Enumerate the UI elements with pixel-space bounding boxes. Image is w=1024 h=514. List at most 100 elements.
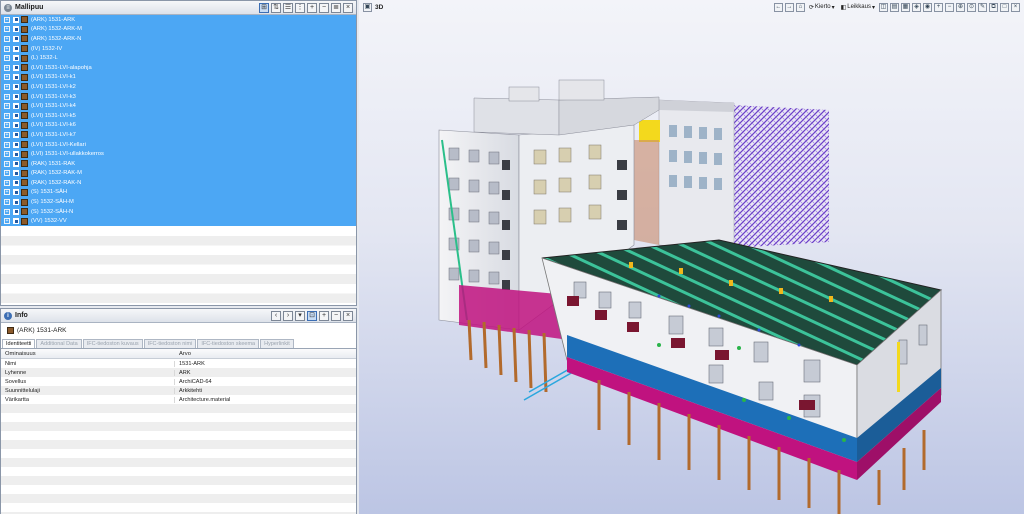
visibility-checkbox[interactable] <box>13 160 19 167</box>
tree-model-row[interactable]: + (LVI) 1531-LVI-k5 <box>1 111 356 121</box>
building-model[interactable] <box>359 0 1024 514</box>
tree-model-row[interactable]: + (S) 1532-SÄH-M <box>1 197 356 207</box>
viewport-close-icon[interactable]: × <box>1011 2 1020 12</box>
next-icon[interactable]: › <box>283 310 293 321</box>
home-icon[interactable]: ⌂ <box>795 2 805 12</box>
info-close-icon[interactable]: × <box>343 310 353 321</box>
expand-icon[interactable]: + <box>4 218 10 225</box>
collapse-icon[interactable]: − <box>331 310 341 321</box>
expand-icon[interactable]: + <box>4 45 10 52</box>
visibility-checkbox[interactable] <box>13 103 19 110</box>
tree-model-row[interactable]: + (LVI) 1531-LVI-k3 <box>1 92 356 102</box>
float-icon[interactable]: ⧉ <box>989 2 998 12</box>
tree-model-row[interactable]: + (LVI) 1531-LVI-k1 <box>1 73 356 83</box>
visibility-checkbox[interactable] <box>13 64 19 71</box>
info-tab[interactable]: IFC-tiedoston nimi <box>143 339 197 348</box>
sort-icon[interactable]: ⇅ <box>271 2 281 13</box>
expand-icon[interactable]: + <box>4 55 10 62</box>
zoom-in-icon[interactable]: + <box>934 2 943 12</box>
expand-icon[interactable]: + <box>4 189 10 196</box>
info-tab[interactable]: IFC-tiedoston kuvaus <box>82 339 143 348</box>
expand-icon[interactable]: + <box>4 131 10 138</box>
tree-model-row[interactable]: + (VV) 1532-VV <box>1 216 356 226</box>
visibility-checkbox[interactable] <box>13 131 19 138</box>
visibility-checkbox[interactable] <box>13 112 19 119</box>
previous-icon[interactable]: ‹ <box>271 310 281 321</box>
info-tab[interactable]: IFC-tiedoston skeema <box>197 339 260 348</box>
zoom-out-icon[interactable]: − <box>945 2 954 12</box>
tree-model-row[interactable]: + (LVI) 1531-LVI-k4 <box>1 101 356 111</box>
visibility-checkbox[interactable] <box>13 83 19 90</box>
filter-icon[interactable]: ⊞ <box>259 2 269 13</box>
info-tab[interactable]: Identiteetti <box>2 339 36 348</box>
visibility-checkbox[interactable] <box>13 199 19 206</box>
back-icon[interactable]: ← <box>773 2 783 12</box>
render-icon[interactable]: ◈ <box>912 2 921 12</box>
cube-icon[interactable]: ◫ <box>879 2 888 12</box>
expand-icon[interactable]: + <box>4 26 10 33</box>
expand-icon[interactable]: + <box>4 93 10 100</box>
expand-all-icon[interactable]: + <box>307 2 317 13</box>
expand-icon[interactable]: + <box>4 83 10 90</box>
tree-model-row[interactable]: + (L) 1532-L <box>1 53 356 63</box>
visibility-checkbox[interactable] <box>13 122 19 129</box>
property-row[interactable]: Värikartta Architecture.material <box>1 395 356 404</box>
visibility-checkbox[interactable] <box>13 208 19 215</box>
tree-model-row[interactable]: + (RAK) 1531-RAK <box>1 159 356 169</box>
maximize-icon[interactable]: □ <box>1000 2 1009 12</box>
tree-model-row[interactable]: + (ARK) 1532-ARK-M <box>1 25 356 35</box>
property-row[interactable]: Lyhenne ARK <box>1 368 356 377</box>
visibility-checkbox[interactable] <box>13 45 19 52</box>
section-button[interactable]: ◧ Leikkaus ▾ <box>839 4 877 11</box>
3d-viewport[interactable]: ▣ 3D ← → ⌂ ⟳ Kierto ▾ ◧ Leikkaus ▾ ◫ ▤ ▦ ◈ ◉… <box>359 0 1024 514</box>
property-row[interactable]: Sovellus ArchiCAD-64 <box>1 377 356 386</box>
expand-icon[interactable]: + <box>4 122 10 129</box>
visibility-checkbox[interactable] <box>13 74 19 81</box>
visibility-checkbox[interactable] <box>13 93 19 100</box>
rotate-button[interactable]: ⟳ Kierto ▾ <box>807 4 837 11</box>
list-view-icon[interactable]: ☰ <box>283 2 293 13</box>
expand-icon[interactable]: + <box>4 64 10 71</box>
expand-icon[interactable]: + <box>4 179 10 186</box>
expand-icon[interactable]: + <box>4 151 10 158</box>
tree-model-row[interactable]: + (LVI) 1531-LVI-ullakkokerros <box>1 149 356 159</box>
expand-icon[interactable]: + <box>4 35 10 42</box>
visibility-checkbox[interactable] <box>13 170 19 177</box>
tree-model-row[interactable]: + (LVI) 1531-LVI-k2 <box>1 82 356 92</box>
zoom-fit-icon[interactable]: ⊙ <box>967 2 976 12</box>
expand-icon[interactable]: + <box>4 112 10 119</box>
visibility-checkbox[interactable] <box>13 26 19 33</box>
tree-model-row[interactable]: + (ARK) 1532-ARK-N <box>1 34 356 44</box>
visibility-checkbox[interactable] <box>13 151 19 158</box>
visibility-checkbox[interactable] <box>13 16 19 23</box>
expand-icon[interactable]: + <box>4 199 10 206</box>
expand-icon[interactable]: + <box>4 16 10 23</box>
tree-model-row[interactable]: + (IV) 1532-IV <box>1 44 356 54</box>
collapse-all-icon[interactable]: − <box>319 2 329 13</box>
visibility-checkbox[interactable] <box>13 218 19 225</box>
expand-icon[interactable]: + <box>4 74 10 81</box>
tree-model-row[interactable]: + (S) 1532-SÄH-N <box>1 207 356 217</box>
fit-icon[interactable]: ▦ <box>901 2 910 12</box>
menu-icon[interactable]: ▾ <box>295 310 305 321</box>
color-icon[interactable]: ◉ <box>923 2 932 12</box>
tree-model-row[interactable]: + (RAK) 1532-RAK-M <box>1 169 356 179</box>
info-tab[interactable]: Additional Data <box>36 339 82 348</box>
visibility-checkbox[interactable] <box>13 179 19 186</box>
visibility-checkbox[interactable] <box>13 141 19 148</box>
expand-icon[interactable]: + <box>4 141 10 148</box>
tree-model-row[interactable]: + (RAK) 1532-RAK-N <box>1 178 356 188</box>
expand-icon[interactable]: + <box>4 208 10 215</box>
visibility-checkbox[interactable] <box>13 189 19 196</box>
pin-icon[interactable]: ⊡ <box>307 310 317 321</box>
info-tab[interactable]: Hyperlinkit <box>260 339 294 348</box>
tree-model-row[interactable]: + (LVI) 1531-LVI-alapohja <box>1 63 356 73</box>
options-icon[interactable]: ≣ <box>331 2 341 13</box>
expand-icon[interactable]: + <box>319 310 329 321</box>
tree-view-icon[interactable]: ⋮ <box>295 2 305 13</box>
tree-model-row[interactable]: + (LVI) 1531-LVI-Kellari <box>1 140 356 150</box>
tree-model-row[interactable]: + (LVI) 1531-LVI-k6 <box>1 121 356 131</box>
layers-icon[interactable]: ▤ <box>890 2 899 12</box>
visibility-checkbox[interactable] <box>13 55 19 62</box>
zoom-window-icon[interactable]: ⊕ <box>956 2 965 12</box>
